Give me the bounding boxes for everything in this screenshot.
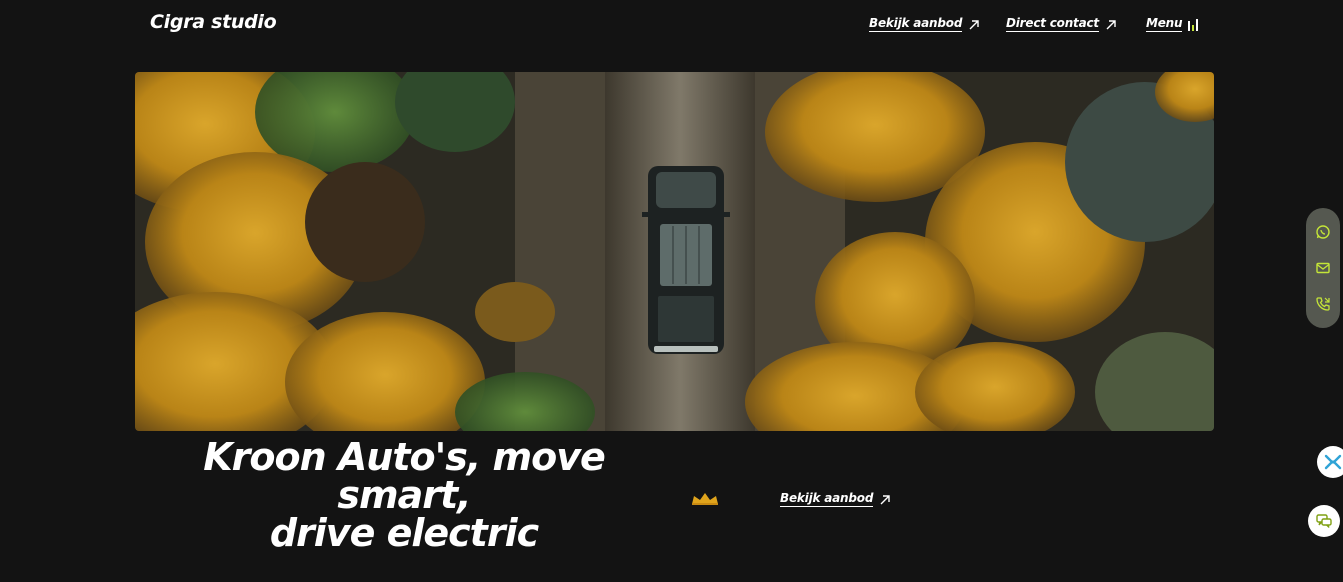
arrow-up-right-icon: [969, 20, 979, 30]
hero-headline-line2: drive electric: [269, 511, 539, 555]
crown-icon: [692, 493, 718, 505]
whatsapp-icon[interactable]: [1313, 222, 1333, 242]
arrow-up-right-icon: [880, 495, 890, 505]
hero-headline-line1: Kroon Auto's, move smart,: [203, 435, 606, 517]
site-logo[interactable]: Cigra studio: [150, 11, 277, 33]
contact-sidebar: [1306, 208, 1340, 328]
hero-image: [135, 72, 1214, 431]
nav-menu-label: Menu: [1146, 16, 1183, 32]
hero-cta-bekijk-aanbod[interactable]: Bekijk aanbod: [780, 491, 891, 507]
hero-headline: Kroon Auto's, move smart, drive electric: [140, 438, 668, 552]
phone-icon[interactable]: [1313, 294, 1333, 314]
hero-cta-label: Bekijk aanbod: [780, 491, 874, 507]
nav-direct-contact-label: Direct contact: [1006, 16, 1099, 32]
bird-logo-icon[interactable]: [1317, 446, 1343, 478]
nav-direct-contact[interactable]: Direct contact: [1006, 16, 1117, 32]
menu-bars-icon: [1188, 19, 1199, 31]
arrow-up-right-icon: [1106, 20, 1116, 30]
nav-menu[interactable]: Menu: [1146, 16, 1199, 32]
chat-icon[interactable]: [1308, 505, 1340, 537]
nav-bekijk-aanbod[interactable]: Bekijk aanbod: [869, 16, 980, 32]
nav-bekijk-aanbod-label: Bekijk aanbod: [869, 16, 963, 32]
mail-icon[interactable]: [1313, 258, 1333, 278]
